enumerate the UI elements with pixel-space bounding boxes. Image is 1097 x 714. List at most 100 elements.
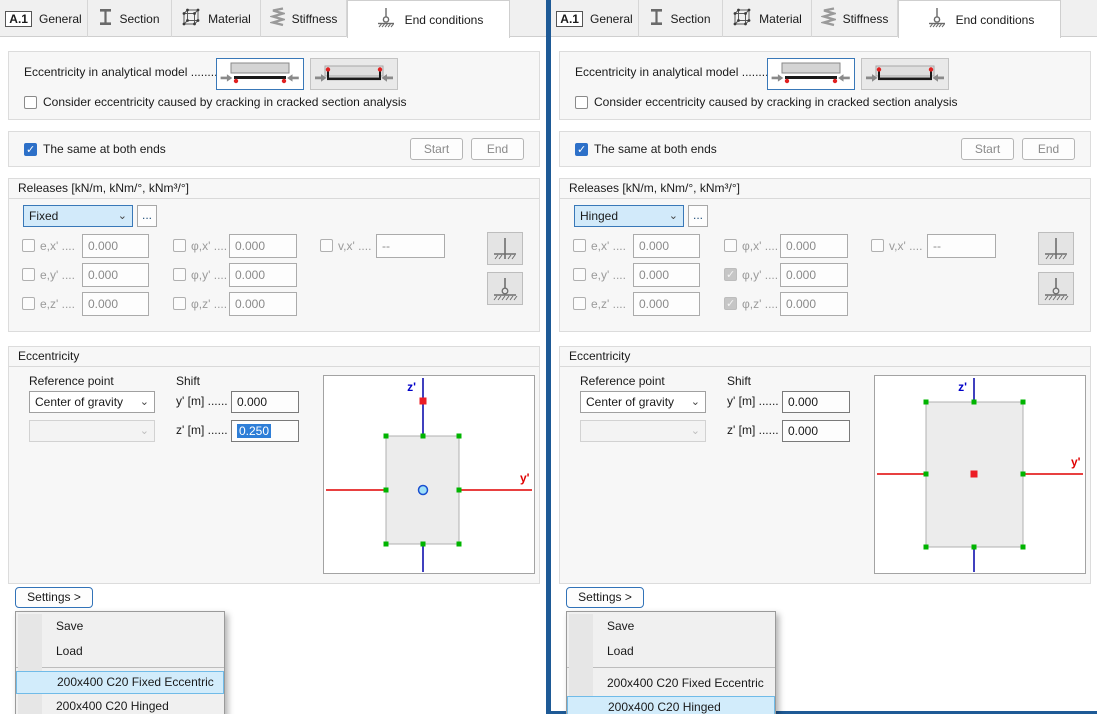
- tab-section[interactable]: Section: [639, 0, 723, 37]
- phix-checkbox[interactable]: [724, 239, 737, 252]
- phiy-field[interactable]: 0.000: [229, 263, 297, 287]
- tab-label: Section: [119, 12, 159, 26]
- shift-label: Shift: [727, 374, 751, 388]
- ez-checkbox[interactable]: [22, 297, 35, 310]
- ey-checkbox[interactable]: [573, 268, 586, 281]
- phix-checkbox[interactable]: [173, 239, 186, 252]
- panel-right: A.1 General Section Material Stiffness E…: [551, 0, 1097, 714]
- menu-item-preset-hinged[interactable]: 200x400 C20 Hinged: [16, 694, 224, 714]
- release-more-button[interactable]: ...: [688, 205, 708, 227]
- cracking-checkbox-row: Consider eccentricity caused by cracking…: [575, 95, 958, 109]
- phiy-checkbox[interactable]: [173, 268, 186, 281]
- cracking-label: Consider eccentricity caused by cracking…: [43, 95, 407, 109]
- ex-field[interactable]: 0.000: [633, 234, 700, 258]
- ez-checkbox[interactable]: [573, 297, 586, 310]
- cracking-checkbox[interactable]: [575, 96, 588, 109]
- phiz-checkbox[interactable]: [724, 297, 737, 310]
- reference-point-combo-2[interactable]: ⌄: [29, 420, 155, 442]
- menu-item-preset-fixed-eccentric[interactable]: 200x400 C20 Fixed Eccentric: [16, 671, 224, 694]
- y-shift-field[interactable]: 0.000: [782, 391, 850, 413]
- tab-material[interactable]: Material: [172, 0, 261, 37]
- ecc-model-option-center[interactable]: [310, 58, 398, 90]
- release-more-button[interactable]: ...: [137, 205, 157, 227]
- tab-section[interactable]: Section: [88, 0, 172, 37]
- same-ends-checkbox[interactable]: [24, 143, 37, 156]
- menu-item-save[interactable]: Save: [16, 614, 224, 639]
- ez-field[interactable]: 0.000: [82, 292, 149, 316]
- tab-general[interactable]: A.1 General: [551, 0, 639, 37]
- chevron-down-icon: ⌄: [140, 392, 149, 412]
- phiz-checkbox[interactable]: [173, 297, 186, 310]
- menu-item-save[interactable]: Save: [567, 614, 775, 639]
- ey-field[interactable]: 0.000: [82, 263, 149, 287]
- ez-field[interactable]: 0.000: [633, 292, 700, 316]
- ex-checkbox[interactable]: [22, 239, 35, 252]
- start-button[interactable]: Start: [410, 138, 463, 160]
- vx-field[interactable]: --: [927, 234, 996, 258]
- phix-field[interactable]: 0.000: [780, 234, 848, 258]
- shift-label: Shift: [176, 374, 200, 388]
- phiz-field[interactable]: 0.000: [229, 292, 297, 316]
- vx-checkbox[interactable]: [871, 239, 884, 252]
- tab-label: Stiffness: [843, 12, 889, 26]
- z-shift-label: z' [m] ......: [727, 423, 779, 437]
- ecc-model-option-bottom[interactable]: [767, 58, 855, 90]
- shifted-point-marker: [420, 398, 427, 405]
- ecc-model-option-center[interactable]: [861, 58, 949, 90]
- phiz-field[interactable]: 0.000: [780, 292, 848, 316]
- releases-title: Releases [kN/m, kNm/°, kNm³/°]: [9, 179, 539, 199]
- hinged-support-button[interactable]: [1038, 272, 1074, 305]
- tab-stiffness[interactable]: Stiffness: [812, 0, 898, 37]
- panel-left: A.1 General Section Material Stiffness E…: [0, 0, 546, 714]
- tab-stiffness[interactable]: Stiffness: [261, 0, 347, 37]
- menu-item-load[interactable]: Load: [16, 639, 224, 664]
- releases-group: Releases [kN/m, kNm/°, kNm³/°] Hinged ⌄ …: [559, 178, 1091, 332]
- release-type-combo[interactable]: Fixed ⌄: [23, 205, 133, 227]
- settings-button[interactable]: Settings >: [15, 587, 93, 608]
- ey-checkbox[interactable]: [22, 268, 35, 281]
- start-button[interactable]: Start: [961, 138, 1014, 160]
- center-of-gravity-marker: [419, 486, 428, 495]
- ey-field[interactable]: 0.000: [633, 263, 700, 287]
- hinged-support-button[interactable]: [487, 272, 523, 305]
- reference-point-combo[interactable]: Center of gravity ⌄: [580, 391, 706, 413]
- ey-label: e,y' ....: [591, 268, 626, 282]
- tab-general[interactable]: A.1 General: [0, 0, 88, 37]
- ex-field[interactable]: 0.000: [82, 234, 149, 258]
- reference-point-combo[interactable]: Center of gravity ⌄: [29, 391, 155, 413]
- reference-point-combo-2[interactable]: ⌄: [580, 420, 706, 442]
- menu-item-load[interactable]: Load: [567, 639, 775, 664]
- menu-item-preset-fixed-eccentric[interactable]: 200x400 C20 Fixed Eccentric: [567, 671, 775, 696]
- ex-checkbox[interactable]: [573, 239, 586, 252]
- phix-label: φ,x' ....: [191, 239, 227, 253]
- ecc-model-label: Eccentricity in analytical model .......…: [24, 65, 224, 79]
- end-button[interactable]: End: [1022, 138, 1075, 160]
- settings-menu: Save Load 200x400 C20 Fixed Eccentric 20…: [15, 611, 225, 714]
- phix-field[interactable]: 0.000: [229, 234, 297, 258]
- phiy-checkbox[interactable]: [724, 268, 737, 281]
- release-type-value: Fixed: [29, 209, 58, 223]
- tab-label: End conditions: [956, 13, 1035, 27]
- ecc-model-option-bottom[interactable]: [216, 58, 304, 90]
- same-ends-checkbox[interactable]: [575, 143, 588, 156]
- z-shift-field[interactable]: 0.000: [782, 420, 850, 442]
- release-type-combo[interactable]: Hinged ⌄: [574, 205, 684, 227]
- settings-button[interactable]: Settings >: [566, 587, 644, 608]
- tab-end-conditions[interactable]: End conditions: [898, 0, 1061, 38]
- fixed-support-button[interactable]: [1038, 232, 1074, 265]
- chevron-down-icon: ⌄: [140, 421, 149, 441]
- phiy-field[interactable]: 0.000: [780, 263, 848, 287]
- z-shift-field[interactable]: 0.250: [231, 420, 299, 442]
- y-shift-label: y' [m] ......: [727, 394, 779, 408]
- cracking-checkbox[interactable]: [24, 96, 37, 109]
- end-button[interactable]: End: [471, 138, 524, 160]
- tab-end-conditions[interactable]: End conditions: [347, 0, 510, 38]
- menu-item-preset-hinged[interactable]: 200x400 C20 Hinged: [567, 696, 775, 714]
- vx-field[interactable]: --: [376, 234, 445, 258]
- vx-checkbox[interactable]: [320, 239, 333, 252]
- y-shift-field[interactable]: 0.000: [231, 391, 299, 413]
- tab-label: General: [590, 12, 633, 26]
- tab-material[interactable]: Material: [723, 0, 812, 37]
- release-type-value: Hinged: [580, 209, 618, 223]
- fixed-support-button[interactable]: [487, 232, 523, 265]
